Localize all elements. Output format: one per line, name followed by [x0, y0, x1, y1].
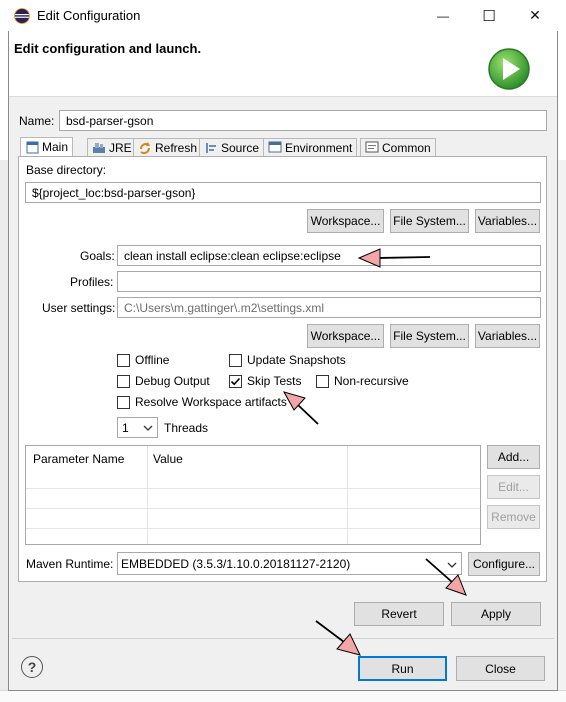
debug-output-checkbox[interactable]: Debug Output [117, 374, 210, 388]
non-recursive-checkbox[interactable]: Non-recursive [316, 374, 409, 388]
threads-label: Threads [164, 421, 209, 435]
skip-tests-label: Skip Tests [247, 374, 302, 388]
window-title: Edit Configuration [37, 8, 141, 23]
jre-icon [92, 141, 106, 155]
resolve-workspace-box [117, 395, 130, 409]
maven-runtime-value: EMBEDDED (3.5.3/1.10.0.20181127-2120) [121, 556, 351, 571]
base-variables-button[interactable]: Variables... [475, 209, 540, 233]
non-recursive-box [316, 374, 329, 388]
footer-separator [12, 638, 554, 639]
refresh-icon [138, 141, 152, 155]
tab-environment[interactable]: Environment [263, 138, 358, 156]
chevron-down-icon [143, 422, 153, 436]
main-tab-icon [25, 140, 39, 154]
name-field[interactable]: bsd-parser-gson [59, 110, 547, 131]
resolve-workspace-label: Resolve Workspace artifacts [135, 395, 287, 409]
remove-parameter-button[interactable]: Remove [487, 505, 540, 529]
offline-checkbox[interactable]: Offline [117, 353, 169, 367]
resolve-workspace-checkbox[interactable]: Resolve Workspace artifacts [117, 395, 287, 409]
dialog-header: Edit configuration and launch. [9, 31, 557, 97]
help-icon: ? [27, 659, 37, 675]
non-recursive-label: Non-recursive [334, 374, 409, 388]
goals-label: Goals: [80, 249, 115, 263]
tab-common-label: Common [382, 140, 431, 155]
tab-source-label: Source [221, 140, 260, 155]
minimize-button[interactable]: — [420, 0, 466, 31]
add-parameter-button[interactable]: Add... [487, 445, 540, 469]
offline-box [117, 353, 130, 367]
header-title: Edit configuration and launch. [14, 41, 202, 56]
maven-runtime-label: Maven Runtime: [26, 557, 114, 571]
tab-main-label: Main [42, 140, 69, 154]
threads-select[interactable]: 1 [117, 417, 158, 438]
help-button[interactable]: ? [21, 656, 43, 678]
title-bar: Edit Configuration — ☐ ✕ [0, 0, 566, 31]
skip-tests-checkbox[interactable]: Skip Tests [229, 374, 301, 388]
checkmark-icon [230, 377, 241, 385]
goals-field[interactable]: clean install eclipse:clean eclipse:ecli… [117, 245, 541, 266]
tab-environment-label: Environment [285, 140, 353, 155]
source-icon [204, 141, 218, 155]
tab-common[interactable]: Common [360, 138, 436, 156]
update-snapshots-checkbox[interactable]: Update Snapshots [229, 353, 346, 367]
tab-main[interactable]: Main [20, 137, 74, 156]
tab-jre-label: JRE [109, 140, 132, 155]
background-app-bottom [0, 690, 566, 702]
threads-value: 1 [122, 420, 129, 435]
offline-label: Offline [135, 353, 170, 367]
parameters-table[interactable]: Parameter Name Value [25, 445, 481, 545]
tab-source[interactable]: Source [199, 138, 265, 156]
run-button[interactable]: Run [358, 656, 447, 681]
settings-workspace-button[interactable]: Workspace... [307, 324, 384, 348]
base-directory-field[interactable]: ${project_loc:bsd-parser-gson} [25, 182, 541, 203]
column-header-parameter-name[interactable]: Parameter Name [33, 452, 124, 466]
user-settings-field[interactable]: C:\Users\m.gattinger\.m2\settings.xml [117, 297, 541, 318]
base-directory-label: Base directory: [26, 163, 107, 177]
update-snapshots-label: Update Snapshots [247, 353, 346, 367]
base-filesystem-button[interactable]: File System... [390, 209, 469, 233]
column-divider [347, 446, 348, 544]
row-divider [26, 508, 480, 509]
chevron-down-icon [447, 559, 457, 573]
row-divider [26, 528, 480, 529]
tab-jre[interactable]: JRE [87, 138, 137, 156]
maximize-icon: ☐ [482, 7, 496, 25]
common-icon [365, 141, 379, 155]
base-workspace-button[interactable]: Workspace... [307, 209, 384, 233]
profiles-label: Profiles: [70, 275, 114, 289]
name-label: Name: [19, 114, 55, 128]
maximize-button[interactable]: ☐ [466, 0, 512, 31]
eclipse-icon [14, 8, 30, 24]
settings-filesystem-button[interactable]: File System... [390, 324, 469, 348]
row-divider [26, 488, 480, 489]
revert-button[interactable]: Revert [354, 602, 444, 626]
settings-variables-button[interactable]: Variables... [475, 324, 540, 348]
update-snapshots-box [229, 353, 242, 367]
tab-refresh-label: Refresh [155, 140, 198, 155]
skip-tests-box [229, 374, 242, 388]
debug-output-label: Debug Output [135, 374, 210, 388]
run-launch-icon [487, 47, 531, 91]
column-header-value[interactable]: Value [153, 452, 183, 466]
profiles-field[interactable] [117, 271, 541, 292]
tab-refresh[interactable]: Refresh [133, 138, 203, 156]
apply-button[interactable]: Apply [451, 602, 541, 626]
close-window-button[interactable]: ✕ [512, 0, 558, 31]
background-app-right [557, 160, 566, 700]
user-settings-label: User settings: [42, 301, 116, 315]
column-divider [147, 446, 148, 544]
close-icon: ✕ [529, 7, 541, 23]
edit-parameter-button[interactable]: Edit... [487, 475, 540, 499]
environment-icon [268, 141, 282, 155]
maven-runtime-select[interactable]: EMBEDDED (3.5.3/1.10.0.20181127-2120) [117, 552, 462, 575]
configure-runtime-button[interactable]: Configure... [468, 552, 540, 576]
minimize-icon: — [437, 8, 449, 23]
close-button[interactable]: Close [456, 656, 545, 681]
debug-output-box [117, 374, 130, 388]
